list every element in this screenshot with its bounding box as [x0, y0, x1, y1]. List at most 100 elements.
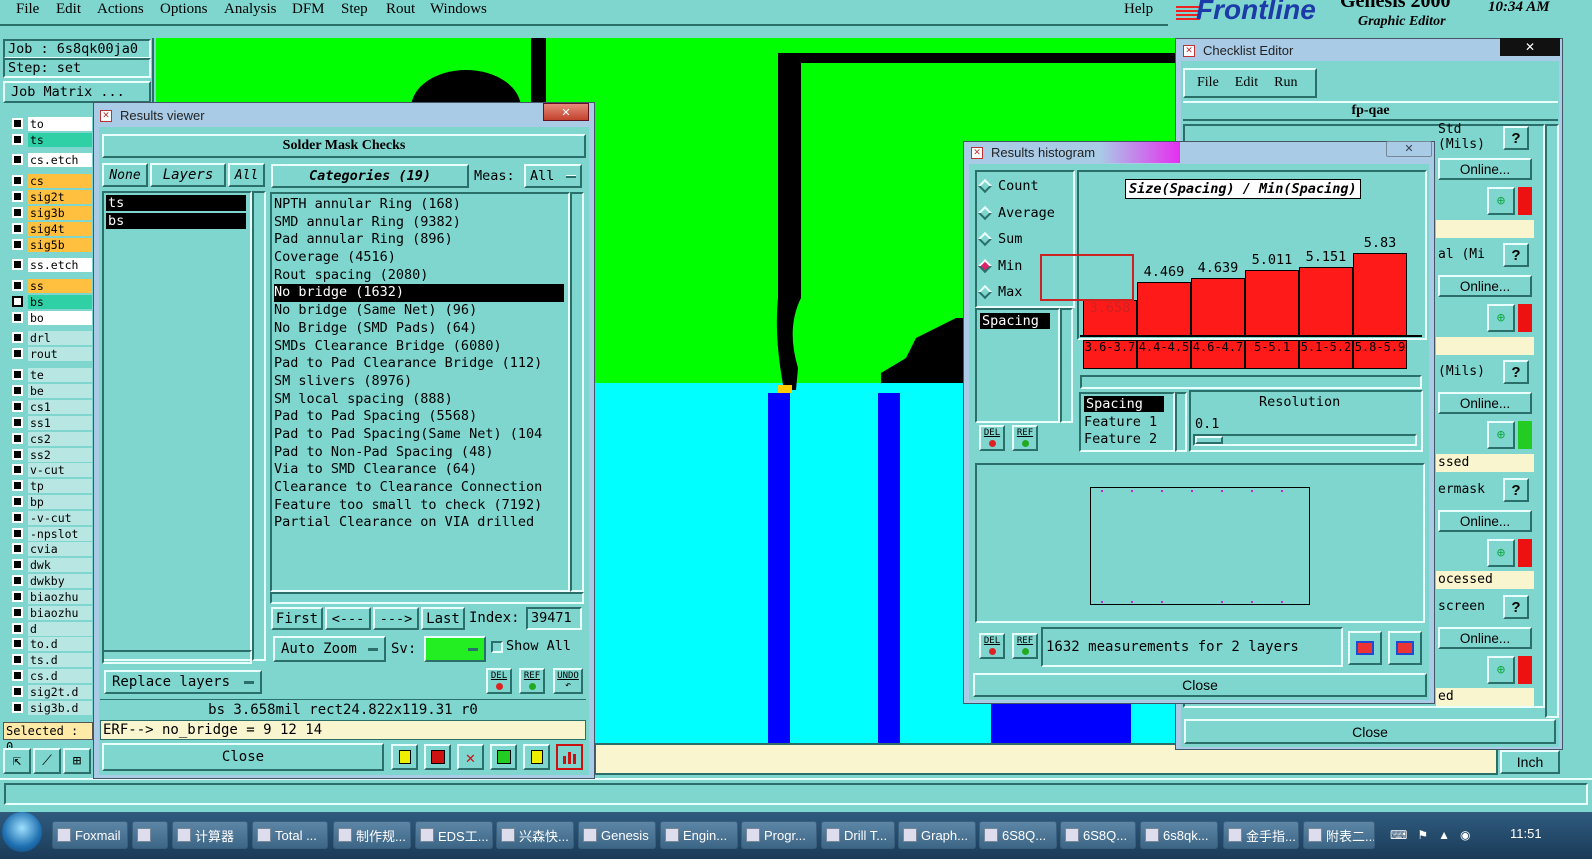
all-layers-button[interactable]: All	[228, 163, 265, 187]
taskbar-item[interactable]: Graph...	[898, 821, 976, 849]
layer-row[interactable]: sig3b.d	[8, 700, 92, 715]
zoom-check-icon[interactable]: ⊕	[1487, 304, 1515, 332]
layer-row[interactable]: bp	[8, 494, 92, 509]
taskbar-item[interactable]	[132, 821, 168, 849]
layer-checkbox[interactable]	[12, 369, 23, 380]
layer-row[interactable]: sig2t	[8, 189, 92, 204]
layer-row[interactable]: ss.etch	[8, 257, 92, 272]
results-viewer-close-button[interactable]: Close	[102, 743, 384, 771]
category-item[interactable]: Pad to Non-Pad Spacing (48)	[274, 444, 568, 462]
layer-row[interactable]: dwkby	[8, 573, 92, 588]
layer-row[interactable]: -npslot	[8, 526, 92, 541]
layer-checkbox[interactable]	[12, 512, 23, 523]
sv-color-dropdown[interactable]	[424, 636, 486, 662]
menu-windows[interactable]: Windows	[430, 1, 487, 18]
job-matrix-button[interactable]: Job Matrix ...	[3, 81, 151, 103]
layer-row[interactable]: rout	[8, 346, 92, 361]
layer-row[interactable]: cs	[8, 173, 92, 188]
layer-row[interactable]: sig4t	[8, 221, 92, 236]
menu-rout[interactable]: Rout	[386, 1, 415, 18]
online-button[interactable]: Online...	[1438, 627, 1532, 649]
layer-checkbox[interactable]	[12, 449, 23, 460]
layer-checkbox[interactable]	[12, 607, 23, 618]
taskbar-item[interactable]: 6S8Q...	[979, 821, 1057, 849]
clear-icon[interactable]: ✕	[457, 744, 484, 770]
categories-scrollbar[interactable]	[570, 192, 584, 592]
layer-row[interactable]: sig5b	[8, 237, 92, 252]
feature-item-2[interactable]: Feature 2	[1084, 431, 1157, 447]
resolution-slider[interactable]	[1193, 434, 1417, 446]
taskbar-item[interactable]: Progr...	[741, 821, 817, 849]
taskbar-item[interactable]: 制作规...	[333, 821, 411, 849]
layer-checkbox[interactable]	[12, 207, 23, 218]
layer-checkbox[interactable]	[12, 239, 23, 250]
layer-checkbox[interactable]	[12, 385, 23, 396]
layer-checkbox[interactable]	[12, 191, 23, 202]
layer-checkbox[interactable]	[12, 296, 23, 307]
feature-item-spacing[interactable]: Spacing	[1084, 396, 1164, 412]
layer-row[interactable]: -v-cut	[8, 510, 92, 525]
index-field[interactable]: 39471	[526, 607, 582, 630]
zoom-check-icon[interactable]: ⊕	[1487, 539, 1515, 567]
checklist-scrollbar[interactable]	[1545, 124, 1559, 718]
layer-row[interactable]: tp	[8, 478, 92, 493]
zoom-selection-icon[interactable]	[1388, 631, 1422, 665]
checklist-menu-edit[interactable]: Edit	[1235, 75, 1258, 91]
layer-checkbox[interactable]	[12, 559, 23, 570]
help-icon[interactable]: ?	[1503, 360, 1529, 384]
start-orb-icon[interactable]	[2, 812, 42, 852]
help-icon[interactable]: ?	[1503, 243, 1529, 267]
histogram-hscroll[interactable]	[1080, 375, 1422, 389]
online-button[interactable]: Online...	[1438, 158, 1532, 180]
none-button[interactable]: None	[102, 163, 148, 187]
category-item[interactable]: Pad to Pad Spacing(Same Net) (104	[274, 426, 568, 444]
layer-row[interactable]: drl	[8, 330, 92, 345]
zoom-check-icon[interactable]: ⊕	[1487, 421, 1515, 449]
online-button[interactable]: Online...	[1438, 392, 1532, 414]
layer-item-ts[interactable]: ts	[106, 195, 246, 211]
category-item[interactable]: Rout spacing (2080)	[274, 267, 568, 285]
layer-row[interactable]: sig2t.d	[8, 684, 92, 699]
category-item[interactable]: Clearance to Clearance Connection	[274, 479, 568, 497]
layer-row[interactable]: be	[8, 383, 92, 398]
layer-checkbox[interactable]	[12, 575, 23, 586]
menu-analysis[interactable]: Analysis	[224, 1, 277, 18]
prev-button[interactable]: <---	[325, 607, 371, 630]
measure-tool-icon[interactable]: ⟋	[33, 748, 61, 774]
units-button[interactable]: Inch	[1500, 750, 1560, 774]
category-item[interactable]: No Bridge (SMD Pads) (64)	[274, 320, 568, 338]
layer-checkbox[interactable]	[12, 332, 23, 343]
histogram-bar[interactable]	[1353, 253, 1407, 336]
layers-button[interactable]: Layers	[150, 163, 226, 187]
category-item[interactable]: SM slivers (8976)	[274, 373, 568, 391]
resolution-slider-thumb[interactable]	[1195, 436, 1223, 444]
taskbar-item[interactable]: 计算器	[172, 821, 248, 849]
menu-options[interactable]: Options	[160, 1, 208, 18]
layer-checkbox[interactable]	[12, 623, 23, 634]
network-icon[interactable]: ▲	[1438, 828, 1450, 842]
report-icon[interactable]	[424, 744, 451, 770]
meas-dropdown[interactable]: All	[524, 164, 582, 188]
layer-checkbox[interactable]	[12, 154, 23, 165]
zoom-check-icon[interactable]: ⊕	[1487, 187, 1515, 215]
menu-help[interactable]: Help	[1124, 1, 1153, 18]
taskbar-item[interactable]: Total ...	[252, 821, 328, 849]
ref-button[interactable]: REF	[519, 668, 545, 694]
category-item[interactable]: Feature too small to check (7192)	[274, 497, 568, 515]
checklist-close-icon[interactable]: ✕	[1500, 38, 1560, 56]
stat-radio-max[interactable]: Max	[977, 284, 1022, 300]
histogram-bar[interactable]	[1191, 278, 1245, 336]
histogram-bar[interactable]	[1299, 267, 1353, 336]
layer-checkbox[interactable]	[12, 638, 23, 649]
zoom-tool-icon[interactable]: ⇱	[3, 748, 31, 774]
stat-radio-sum[interactable]: Sum	[977, 231, 1022, 247]
layer-row[interactable]: d	[8, 621, 92, 636]
flag-icon[interactable]: ⚑	[1417, 828, 1428, 842]
layer-row[interactable]: cs.etch	[8, 152, 92, 167]
layer-checkbox[interactable]	[12, 175, 23, 186]
taskbar-item[interactable]: Genesis	[578, 821, 656, 849]
replace-layers-dropdown[interactable]: Replace layers	[104, 670, 262, 694]
category-item[interactable]: No bridge (1632)	[274, 284, 564, 303]
layer-checkbox[interactable]	[12, 654, 23, 665]
online-button[interactable]: Online...	[1438, 275, 1532, 297]
